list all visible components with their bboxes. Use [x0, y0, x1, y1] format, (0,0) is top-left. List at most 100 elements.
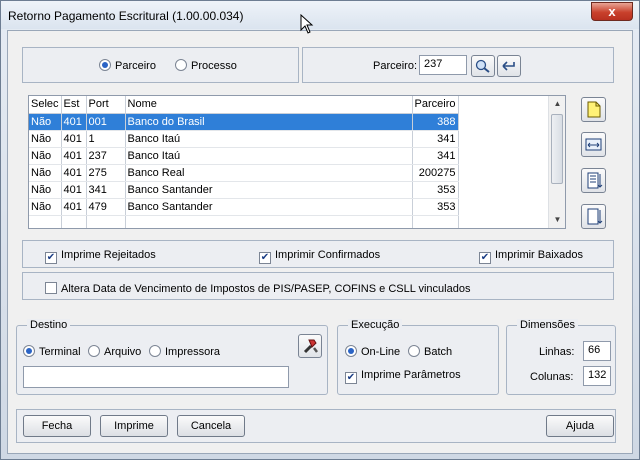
altera-data-label: Altera Data de Vencimento de Impostos de… [61, 283, 471, 295]
window-title: Retorno Pagamento Escritural (1.00.00.03… [8, 9, 244, 23]
title-bar[interactable]: Retorno Pagamento Escritural (1.00.00.03… [1, 1, 639, 29]
radio-batch[interactable]: Batch [408, 345, 452, 358]
imprimir-confirmados-checkbox[interactable]: ✔ [259, 252, 271, 264]
radio-processo[interactable]: Processo [175, 59, 237, 72]
linhas-input[interactable]: 66 [583, 341, 611, 361]
radio-parceiro[interactable]: Parceiro [99, 59, 156, 72]
table-cell: Não [29, 198, 62, 216]
parceiro-input[interactable]: 237 [419, 55, 467, 75]
fit-columns-button[interactable] [581, 132, 606, 157]
execucao-label: Execução [348, 319, 403, 331]
radio-terminal-label: Terminal [39, 346, 81, 358]
imprimir-confirmados-label: Imprimir Confirmados [275, 249, 381, 261]
table-cell: 275 [86, 164, 126, 182]
radio-online-indicator[interactable] [345, 345, 357, 357]
column-header[interactable]: Selec [29, 96, 62, 114]
altera-data-checkbox[interactable] [45, 282, 57, 294]
table-cell: 341 [412, 147, 459, 165]
table-cell: Não [29, 181, 62, 199]
search-parceiro-button[interactable] [471, 55, 495, 77]
column-header[interactable]: Port [86, 96, 126, 114]
altera-data-option[interactable]: Altera Data de Vencimento de Impostos de… [45, 282, 470, 295]
imprimir-baixados-checkbox[interactable]: ✔ [479, 252, 491, 264]
radio-impressora-indicator[interactable] [149, 345, 161, 357]
cancela-button[interactable]: Cancela [177, 415, 245, 437]
parceiro-panel: Parceiro: 237 [302, 47, 614, 83]
table-row[interactable]: Não 401 237 Banco Itaú 341 [29, 147, 459, 165]
table-cell: Banco Itaú [125, 147, 413, 165]
scroll-up-icon[interactable]: ▲ [549, 96, 565, 112]
sort-desc-button[interactable] [581, 168, 606, 193]
imprime-parametros-option[interactable]: ✔ Imprime Parâmetros [345, 369, 461, 384]
grid-scrollbar[interactable]: ▲ ▼ [548, 96, 565, 228]
table-cell [412, 215, 459, 228]
table-cell: 401 [61, 181, 87, 199]
table-row[interactable]: Não 401 341 Banco Santander 353 [29, 181, 459, 199]
table-cell: Banco Real [125, 164, 413, 182]
scroll-down-icon[interactable]: ▼ [549, 212, 565, 228]
imprime-parametros-label: Imprime Parâmetros [361, 369, 461, 381]
destino-setup-button[interactable] [298, 334, 322, 358]
table-cell: 401 [61, 130, 87, 148]
imprime-rejeitados-checkbox[interactable]: ✔ [45, 252, 57, 264]
table-row[interactable]: Não 401 275 Banco Real 200275 [29, 164, 459, 182]
execucao-group: Execução On-Line Batch ✔ Imprime Parâmetr… [337, 319, 499, 395]
table-cell: 401 [61, 198, 87, 216]
grid-table: Selec Est Port Nome Parceiro Não 401 001 Ba… [29, 96, 459, 228]
table-row[interactable]: Não 401 001 Banco do Brasil 388 [29, 113, 459, 131]
close-button[interactable]: x [591, 2, 633, 21]
imprimir-baixados-option[interactable]: ✔ Imprimir Baixados [479, 249, 583, 264]
colunas-input[interactable]: 132 [583, 366, 611, 386]
radio-arquivo-indicator[interactable] [88, 345, 100, 357]
new-button[interactable] [581, 97, 606, 122]
table-cell: 1 [86, 130, 126, 148]
table-cell: 200275 [412, 164, 459, 182]
column-header[interactable]: Nome [125, 96, 413, 114]
table-row[interactable]: Não 401 479 Banco Santander 353 [29, 198, 459, 216]
radio-terminal[interactable]: Terminal [23, 345, 81, 358]
imprimir-confirmados-option[interactable]: ✔ Imprimir Confirmados [259, 249, 380, 264]
table-cell: 353 [412, 198, 459, 216]
table-cell [125, 215, 413, 228]
partner-grid[interactable]: Selec Est Port Nome Parceiro Não 401 001 Ba… [28, 95, 566, 229]
parceiro-label: Parceiro: [373, 60, 418, 72]
imprime-rejeitados-option[interactable]: ✔ Imprime Rejeitados [45, 249, 156, 264]
dialog-window: Retorno Pagamento Escritural (1.00.00.03… [0, 0, 640, 460]
imprimir-baixados-label: Imprimir Baixados [495, 249, 584, 261]
radio-batch-indicator[interactable] [408, 345, 420, 357]
table-cell: 479 [86, 198, 126, 216]
clear-parceiro-button[interactable] [497, 55, 521, 77]
column-header[interactable]: Est [61, 96, 87, 114]
table-row[interactable]: Não 401 1 Banco Itaú 341 [29, 130, 459, 148]
column-header[interactable]: Parceiro [412, 96, 459, 114]
linhas-label: Linhas: [539, 346, 575, 358]
table-cell [29, 215, 62, 228]
ajuda-button[interactable]: Ajuda [546, 415, 614, 437]
table-cell: 401 [61, 164, 87, 182]
dimensoes-label: Dimensões [517, 319, 579, 331]
table-cell: Banco Itaú [125, 130, 413, 148]
table-cell: 388 [412, 113, 459, 131]
radio-impressora[interactable]: Impressora [149, 345, 220, 358]
radio-parceiro-indicator[interactable] [99, 59, 111, 71]
radio-online[interactable]: On-Line [345, 345, 400, 358]
destino-group: Destino Terminal Arquivo Impressora [16, 319, 328, 395]
colunas-label: Colunas: [530, 371, 574, 383]
imprime-rejeitados-label: Imprime Rejeitados [61, 249, 156, 261]
radio-arquivo[interactable]: Arquivo [88, 345, 141, 358]
imprime-parametros-checkbox[interactable]: ✔ [345, 372, 357, 384]
radio-processo-label: Processo [191, 60, 237, 72]
imprime-button[interactable]: Imprime [100, 415, 168, 437]
radio-impressora-label: Impressora [165, 346, 221, 358]
mouse-cursor-icon [300, 14, 314, 34]
table-cell: 341 [86, 181, 126, 199]
radio-terminal-indicator[interactable] [23, 345, 35, 357]
radio-processo-indicator[interactable] [175, 59, 187, 71]
destino-path-input[interactable] [23, 366, 289, 388]
fecha-button[interactable]: Fecha [23, 415, 91, 437]
sort-asc-button[interactable] [581, 204, 606, 229]
grid-header-row: Selec Est Port Nome Parceiro [29, 96, 459, 114]
table-row-empty [29, 215, 459, 228]
grid-body: Não 401 001 Banco do Brasil 388 Não 401 1 Banco … [29, 113, 459, 228]
scroll-thumb[interactable] [551, 114, 563, 184]
